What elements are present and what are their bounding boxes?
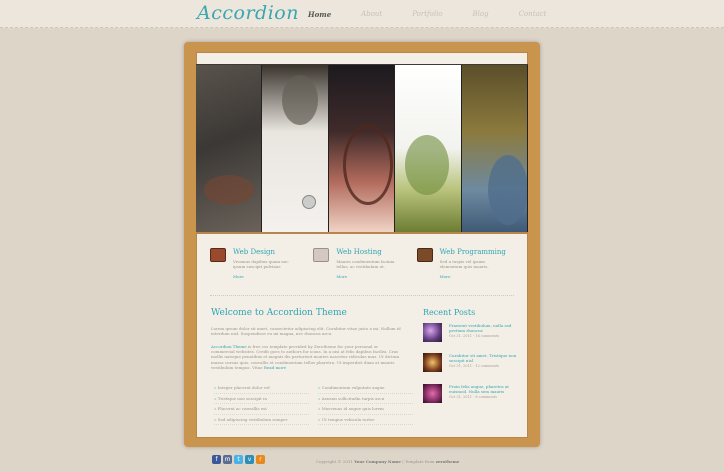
accordion-panel-fabric[interactable] [196, 65, 263, 232]
main-nav: Home About Portfolio Blog Contact [308, 10, 576, 19]
social-icons: f m t v r [212, 455, 265, 464]
welcome-paragraph: Lorem ipsum dolor sit amet, consectetur … [211, 326, 401, 337]
post-thumbnail[interactable] [423, 384, 442, 403]
accordion-panel-pineapple[interactable] [395, 65, 462, 232]
feature-title[interactable]: Web Programming [440, 248, 506, 257]
template-author-link[interactable]: zerotheme [436, 459, 460, 464]
bullet-list-left: Integer placerat dolor vel Tristique non… [214, 383, 309, 425]
list-item: Maecenas id augue quis lorem [318, 404, 413, 415]
copyright-text: Copyright © 2011 Your Company Name | Tem… [316, 459, 459, 464]
post-meta: Oct 31, 2011 - 12 comments [449, 364, 500, 368]
list-item: Ut tempus vehicula tortor [318, 415, 413, 425]
accordion-panel-faucet[interactable] [262, 65, 329, 232]
copyright-prefix: Copyright © 2011 [316, 459, 353, 464]
feature-row: Web Design Vivamus dapibus quam nec ipsu… [210, 248, 520, 279]
post-meta: Oct 31, 2011 - 16 comments [449, 334, 500, 338]
accordion-panel-glass[interactable] [328, 65, 396, 232]
feature-web-design: Web Design Vivamus dapibus quam nec ipsu… [210, 248, 313, 279]
feature-more-link[interactable]: More [233, 274, 299, 279]
nav-home[interactable]: Home [308, 10, 331, 19]
site-logo[interactable]: Accordion [197, 2, 299, 24]
rss-icon[interactable]: r [256, 455, 265, 464]
bullet-list-right: Condimentum vulputate augue Aenean solli… [318, 383, 413, 425]
list-item: Condimentum vulputate augue [318, 383, 413, 394]
monitor-icon [210, 248, 226, 262]
vimeo-icon[interactable]: v [245, 455, 254, 464]
feature-title[interactable]: Web Design [233, 248, 299, 257]
section-divider [210, 295, 514, 296]
twitter-icon[interactable]: t [234, 455, 243, 464]
nav-blog[interactable]: Blog [473, 10, 489, 19]
accordion-panel-bird[interactable] [461, 65, 529, 232]
company-name[interactable]: Your Company Name [354, 459, 401, 464]
template-prefix: | Template from [402, 459, 435, 464]
feature-web-hosting: Web Hosting Mauris condimentum lacinia t… [313, 248, 416, 279]
feature-text: Sed a turpis vel ipsum elementum quis ma… [439, 259, 489, 269]
server-icon [313, 248, 330, 262]
post-thumbnail[interactable] [423, 323, 442, 342]
welcome-paragraph-2: Accordion Theme is free css template pro… [211, 344, 401, 370]
facebook-icon[interactable]: f [212, 455, 221, 464]
feature-title[interactable]: Web Hosting [336, 248, 402, 257]
list-item: Sed adipiscing vestibulum semper [214, 415, 309, 425]
recent-post[interactable]: Praesent vestibulum, nulla sed pretium r… [423, 323, 523, 342]
post-thumbnail[interactable] [423, 353, 442, 372]
post-title[interactable]: Praesent vestibulum, nulla sed pretium r… [449, 323, 517, 333]
nav-contact[interactable]: Contact [519, 10, 547, 19]
list-item: Integer placerat dolor vel [214, 383, 309, 394]
myspace-icon[interactable]: m [223, 455, 232, 464]
nav-portfolio[interactable]: Portfolio [412, 10, 442, 19]
nav-about[interactable]: About [361, 10, 382, 19]
list-item: Tristique non suscipit in [214, 394, 309, 404]
feature-more-link[interactable]: More [440, 274, 506, 279]
post-title[interactable]: Proin felis augue, pharetra at euismod. … [449, 384, 517, 394]
read-more-link[interactable]: Read more [264, 365, 286, 370]
briefcase-icon [416, 248, 433, 262]
feature-text: Mauris condimentum lacinia tellus, ac ve… [336, 259, 395, 269]
list-item: Placerat ac convallis est [214, 404, 309, 415]
welcome-heading: Welcome to Accordion Theme [211, 308, 347, 318]
feature-more-link[interactable]: More [336, 274, 402, 279]
recent-post[interactable]: Proin felis augue, pharetra at euismod. … [423, 384, 523, 403]
recent-post[interactable]: Curabitur sit amet. Tristique non suscip… [423, 353, 523, 372]
feature-web-programming: Web Programming Sed a turpis vel ipsum e… [416, 248, 520, 279]
post-title[interactable]: Curabitur sit amet. Tristique non suscip… [449, 353, 517, 363]
image-accordion [196, 64, 529, 234]
recent-posts-heading: Recent Posts [423, 308, 476, 317]
list-item: Aenean sollicitudin turpis arcu [318, 394, 413, 404]
top-bar: Accordion Home About Portfolio Blog Cont… [0, 0, 724, 28]
post-meta: Oct 31, 2011 - 8 comments [449, 395, 497, 399]
feature-text: Vivamus dapibus quam nec ipsum suscipit … [233, 259, 289, 269]
